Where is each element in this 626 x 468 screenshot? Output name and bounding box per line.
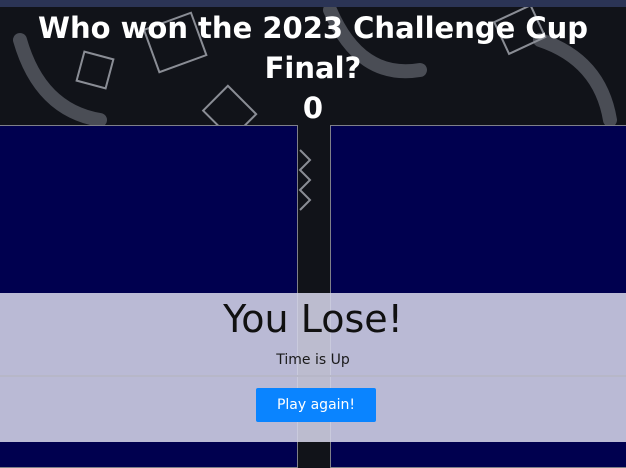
- result-title: You Lose!: [223, 297, 403, 341]
- score-counter: 0: [302, 91, 324, 125]
- overlay-divider: [0, 375, 626, 377]
- result-subtitle: Time is Up: [276, 352, 350, 368]
- question-header: Who won the 2023 Challenge Cup Final? 0: [0, 8, 626, 128]
- top-strip: [0, 0, 626, 7]
- play-again-button[interactable]: Play again!: [256, 388, 376, 422]
- result-overlay: You Lose! Time is Up Play again!: [0, 293, 626, 442]
- question-text: Who won the 2023 Challenge Cup Final?: [37, 11, 589, 85]
